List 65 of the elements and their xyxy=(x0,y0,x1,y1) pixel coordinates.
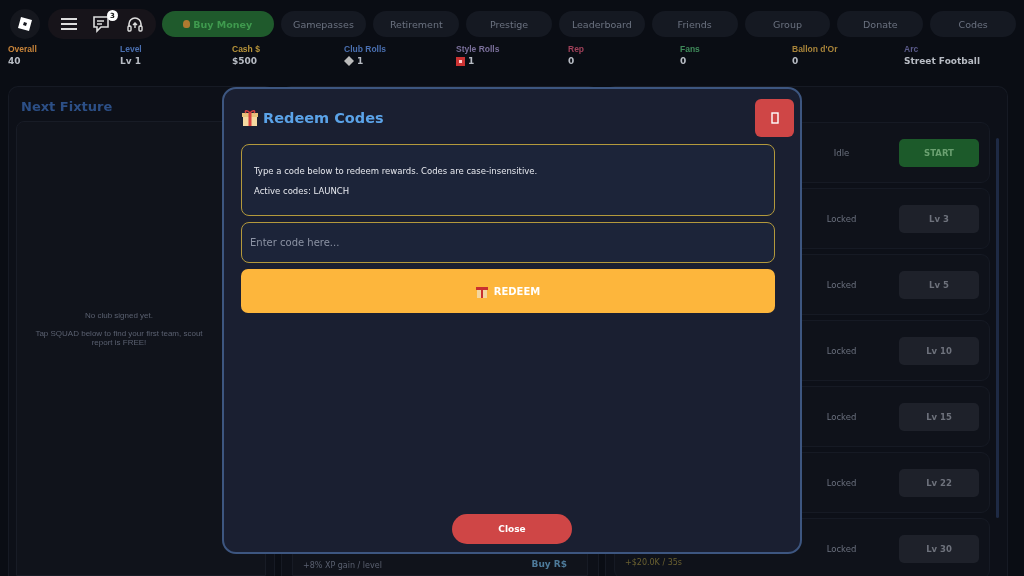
stat-label: Style Rolls xyxy=(456,44,500,54)
close-button[interactable]: Close xyxy=(452,514,572,544)
locked-button[interactable]: Lv 3 xyxy=(899,204,979,233)
stat-label: Fans xyxy=(680,44,700,54)
gift-icon xyxy=(475,284,488,298)
nav-tab[interactable]: Prestige xyxy=(466,11,552,37)
headset-icon[interactable] xyxy=(126,15,144,33)
nav-tab[interactable]: Buy Money xyxy=(162,11,274,37)
stat-label: Cash $ xyxy=(232,44,260,54)
buy-link[interactable]: Buy R$ xyxy=(531,559,567,569)
stat-value: Street Football xyxy=(904,56,980,66)
nav-tab[interactable]: Group xyxy=(744,11,831,37)
info-text: Active codes: LAUNCH xyxy=(254,185,351,196)
stat-label: Rep xyxy=(568,44,585,54)
dialog-title: Redeem Codes xyxy=(263,110,385,126)
logo-icon xyxy=(17,16,33,32)
status-text: Locked xyxy=(825,279,858,290)
nav-tab[interactable]: Codes xyxy=(930,11,1017,37)
perk-text: +8% XP gain / level xyxy=(303,561,382,570)
chat-icon xyxy=(92,15,112,33)
scrollbar[interactable] xyxy=(996,138,999,518)
stat-value: 0 xyxy=(680,56,687,66)
locked-button[interactable]: Lv 22 xyxy=(899,468,979,497)
stat-value: $500 xyxy=(232,56,258,66)
stat-value: 1 xyxy=(468,56,475,66)
money-bag-icon xyxy=(183,20,191,28)
empty-message: No club signed yet. xyxy=(84,310,153,320)
stat-value: 0 xyxy=(792,56,799,66)
nav-tab[interactable]: Gamepasses xyxy=(280,11,367,37)
card-icon xyxy=(456,56,465,66)
status-text: Locked xyxy=(825,345,858,356)
menu-icon[interactable] xyxy=(60,17,78,31)
empty-hint: Tap SQUAD below to find your first team, scout report is FREE! xyxy=(34,328,204,347)
logo-button[interactable] xyxy=(10,9,40,39)
info-text: Type a code below to redeem rewards. Codes are case-insensitive. xyxy=(254,165,539,176)
status-text: Locked xyxy=(825,411,858,422)
nav-tab[interactable]: Donate xyxy=(837,11,924,37)
locked-button[interactable]: Lv 15 xyxy=(899,402,979,431)
panel-title: Next Fixture xyxy=(21,99,114,114)
stat-value: 1 xyxy=(357,56,364,66)
stat-value: Lv 1 xyxy=(120,56,141,66)
gift-icon xyxy=(241,109,259,127)
missing-glyph-icon xyxy=(770,112,779,124)
status-text: Idle xyxy=(832,147,851,158)
income-text: +$20.0K / 35s xyxy=(625,558,682,567)
close-button[interactable] xyxy=(755,99,794,137)
code-input[interactable]: Enter code here... xyxy=(241,222,775,263)
locked-button[interactable]: Lv 30 xyxy=(899,534,979,563)
locked-button[interactable]: Lv 5 xyxy=(899,270,979,299)
status-text: Locked xyxy=(825,477,858,488)
stat-value: 40 xyxy=(8,56,21,66)
status-text: Locked xyxy=(825,543,858,554)
stat-label: Arc xyxy=(904,44,919,54)
locked-button[interactable]: Lv 10 xyxy=(899,336,979,365)
ticket-icon xyxy=(344,56,354,66)
status-text: Locked xyxy=(825,213,858,224)
stat-label: Overall xyxy=(8,44,37,54)
stat-label: Club Rolls xyxy=(344,44,387,54)
stat-value: 0 xyxy=(568,56,575,66)
nav-tab[interactable]: Friends xyxy=(651,11,738,37)
stat-label: Level xyxy=(120,44,142,54)
stat-label: Ballon d'Or xyxy=(792,44,838,54)
start-button[interactable]: START xyxy=(899,138,979,167)
nav-tab[interactable]: Leaderboard xyxy=(559,11,645,37)
nav-tab[interactable]: Retirement xyxy=(373,11,460,37)
